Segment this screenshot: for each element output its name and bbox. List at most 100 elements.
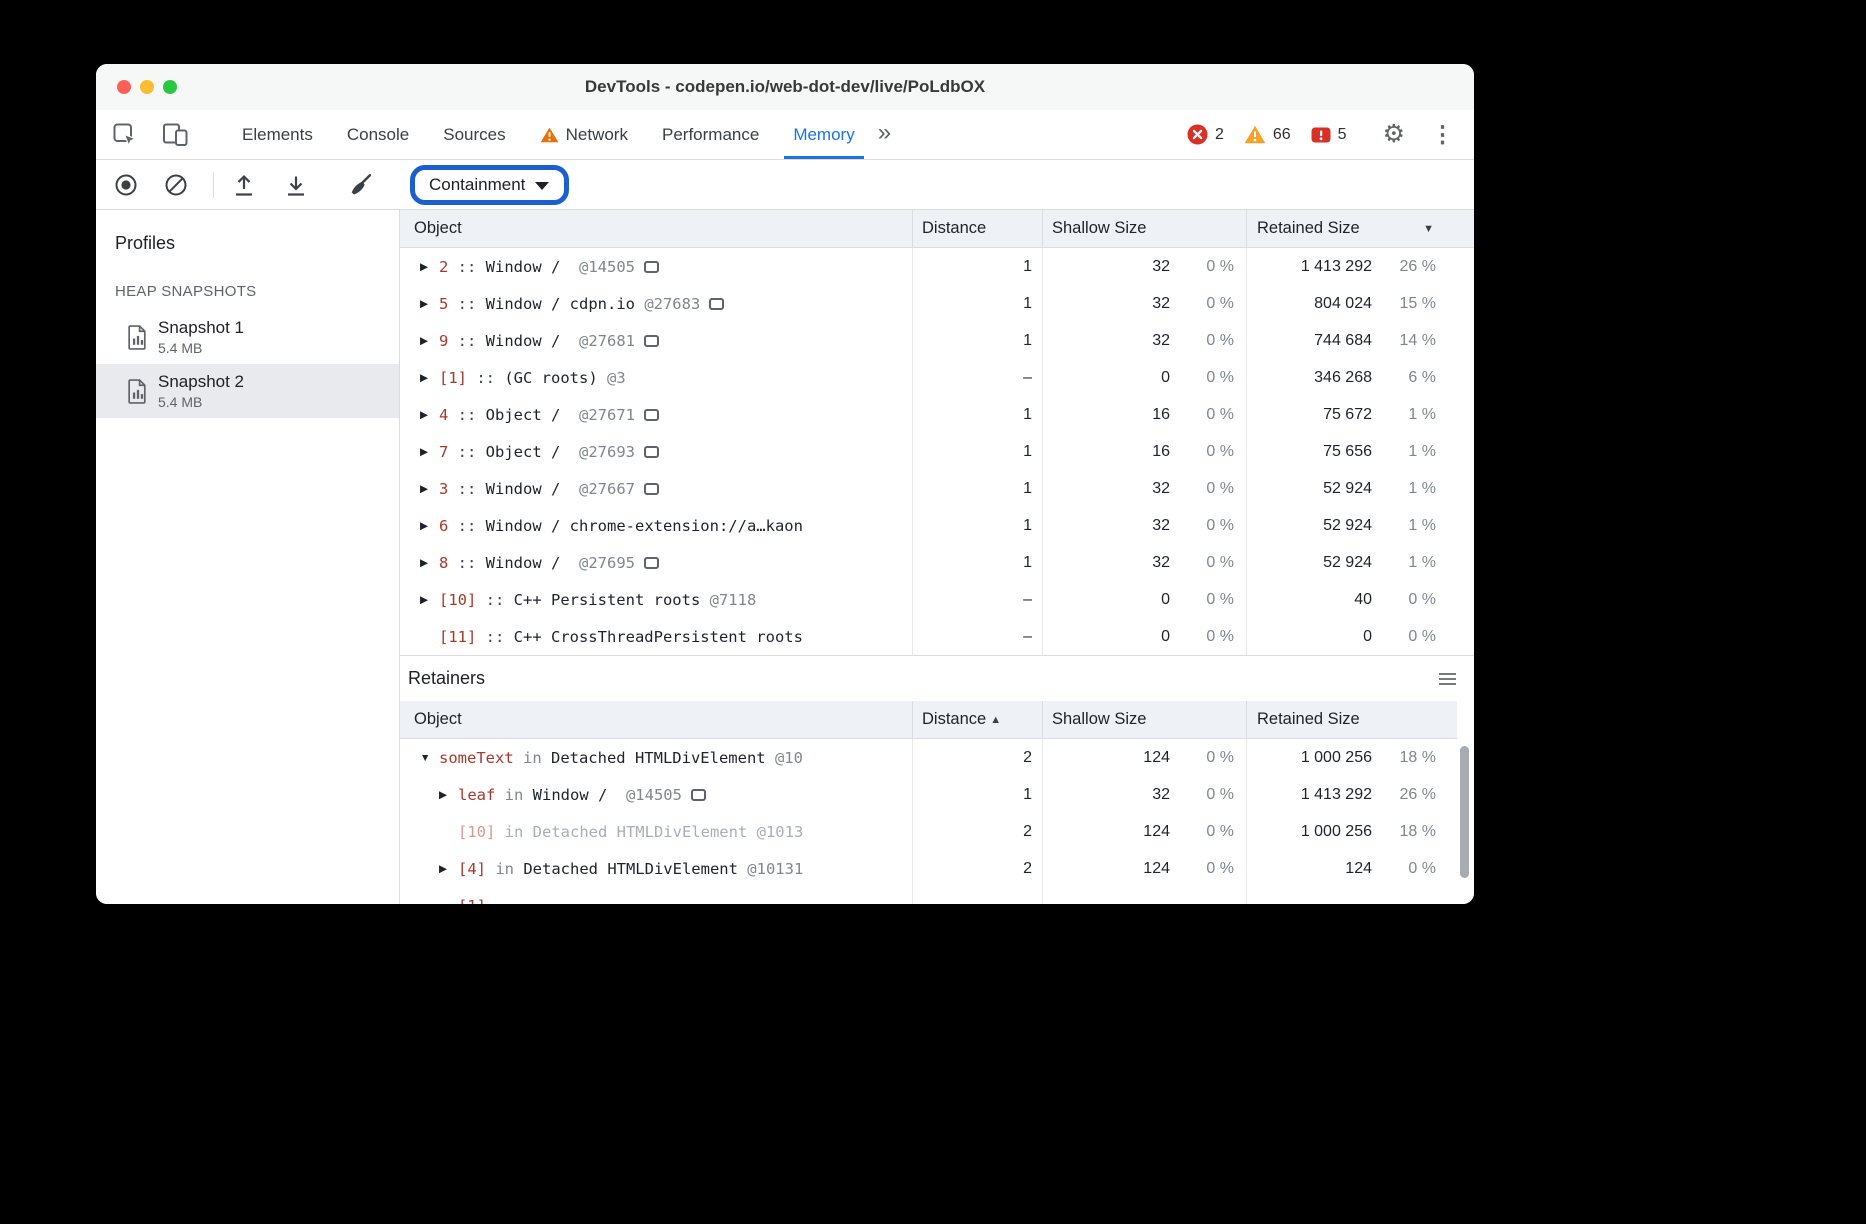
object-cell: ▶4 :: Object / @27671 xyxy=(400,396,913,433)
shallow-size-cell: 320 % xyxy=(1043,285,1247,322)
column-header-shallow-size[interactable]: Shallow Size xyxy=(1043,701,1247,738)
object-cell: ▶9 :: Window / @27681 xyxy=(400,322,913,359)
snapshot-file-icon xyxy=(127,379,148,404)
clear-profiles-button[interactable] xyxy=(163,172,189,198)
distance-cell: – xyxy=(913,359,1043,396)
scrollbar-thumb[interactable] xyxy=(1460,746,1469,878)
column-label: Distance xyxy=(922,710,986,729)
retained-size-cell: 804 02415 % xyxy=(1247,285,1474,322)
heap-object-row[interactable]: ▶7 :: Object / @276931160 %75 6561 % xyxy=(400,433,1474,470)
distance-cell: – xyxy=(913,581,1043,618)
disclosure-triangle-icon[interactable]: ▶ xyxy=(420,371,439,384)
retainer-row[interactable]: [1] xyxy=(400,887,1474,904)
disclosure-triangle-icon[interactable]: ▶ xyxy=(420,556,439,569)
retainers-header-bar: Retainers xyxy=(400,655,1474,701)
snapshot-item[interactable]: Snapshot 15.4 MB xyxy=(96,310,399,364)
distance-cell: 2 xyxy=(913,739,1043,776)
shallow-size-cell-pct: 0 % xyxy=(1170,480,1234,498)
column-header-shallow-size[interactable]: Shallow Size xyxy=(1043,210,1247,247)
retainer-row[interactable]: ▼someText in Detached HTMLDivElement @10… xyxy=(400,739,1474,776)
disclosure-triangle-icon[interactable]: ▶ xyxy=(420,593,439,606)
disclosure-triangle-icon[interactable]: ▶ xyxy=(420,445,439,458)
disclosure-triangle-icon[interactable]: ▶ xyxy=(420,297,439,310)
warnings-badge[interactable]: 66 xyxy=(1244,125,1291,144)
device-toolbar-icon[interactable] xyxy=(162,122,189,147)
heap-object-row[interactable]: ▶[1] :: (GC roots) @3–00 %346 2686 % xyxy=(400,359,1474,396)
clear-all-icon[interactable] xyxy=(348,172,374,198)
reveal-icon[interactable] xyxy=(644,409,659,421)
disclosure-triangle-icon[interactable]: ▶ xyxy=(420,482,439,495)
tab-memory[interactable]: Memory xyxy=(776,110,871,159)
reveal-icon[interactable] xyxy=(644,446,659,458)
shallow-size-cell-pct: 0 % xyxy=(1170,258,1234,276)
heap-object-row[interactable]: ▶6 :: Window / chrome-extension://a…kaon… xyxy=(400,507,1474,544)
reveal-icon[interactable] xyxy=(644,261,659,273)
column-header-object[interactable]: Object xyxy=(400,701,913,738)
heap-object-row[interactable]: [11] :: C++ CrossThreadPersistent roots–… xyxy=(400,618,1474,655)
retainers-menu-icon[interactable] xyxy=(1439,673,1456,685)
column-header-distance[interactable]: Distance xyxy=(913,210,1043,247)
tab-console[interactable]: Console xyxy=(330,110,426,159)
load-profile-button[interactable] xyxy=(232,172,256,198)
object-id: @1013 xyxy=(747,823,803,841)
tab-elements[interactable]: Elements xyxy=(225,110,330,159)
disclosure-triangle-icon[interactable]: ▶ xyxy=(439,862,458,875)
issues-badge[interactable]: 5 xyxy=(1311,126,1347,144)
tab-network[interactable]: Network xyxy=(523,110,645,159)
sort-desc-icon: ▼ xyxy=(1423,223,1434,235)
distance-cell: 1 xyxy=(913,396,1043,433)
heap-object-row[interactable]: ▶5 :: Window / cdpn.io @276831320 %804 0… xyxy=(400,285,1474,322)
snapshot-item[interactable]: Snapshot 25.4 MB xyxy=(96,364,399,418)
more-tabs-button[interactable]: » xyxy=(872,119,901,151)
inspect-element-icon[interactable] xyxy=(112,122,138,148)
settings-gear-icon[interactable]: ⚙ xyxy=(1383,122,1405,147)
network-warning-icon xyxy=(540,127,559,143)
retainer-row[interactable]: ▶[4] in Detached HTMLDivElement @1013121… xyxy=(400,850,1474,887)
disclosure-triangle-icon[interactable]: ▶ xyxy=(439,788,458,801)
disclosure-triangle-icon[interactable]: ▶ xyxy=(420,260,439,273)
reveal-icon[interactable] xyxy=(691,789,706,801)
retainer-row[interactable]: [10] in Detached HTMLDivElement @1013212… xyxy=(400,813,1474,850)
tab-label: Sources xyxy=(443,125,505,145)
retained-size-cell-pct: 14 % xyxy=(1372,332,1436,350)
more-options-icon[interactable]: ⋮ xyxy=(1431,123,1454,146)
heap-grid-rows: ▶2 :: Window / @145051320 %1 413 29226 %… xyxy=(400,248,1474,655)
errors-badge[interactable]: 2 xyxy=(1187,124,1224,145)
separator: :: xyxy=(448,554,485,572)
reveal-icon[interactable] xyxy=(709,298,724,310)
distance-cell-val: 1 xyxy=(1023,406,1032,424)
perspective-select[interactable]: Containment xyxy=(410,165,569,205)
disclosure-triangle-icon[interactable]: ▶ xyxy=(420,519,439,532)
heap-object-row[interactable]: ▶2 :: Window / @145051320 %1 413 29226 % xyxy=(400,248,1474,285)
reveal-icon[interactable] xyxy=(644,483,659,495)
object-name: 4 xyxy=(439,406,448,424)
devtools-window: DevTools - codepen.io/web-dot-dev/live/P… xyxy=(96,64,1474,904)
column-header-retained-size[interactable]: Retained Size▼ xyxy=(1247,210,1474,247)
record-heap-snapshot-button[interactable] xyxy=(113,172,139,198)
heap-object-row[interactable]: ▶8 :: Window / @276951320 %52 9241 % xyxy=(400,544,1474,581)
column-header-object[interactable]: Object xyxy=(400,210,913,247)
column-header-retained-size[interactable]: Retained Size xyxy=(1247,701,1474,738)
disclosure-triangle-icon[interactable]: ▼ xyxy=(420,751,439,764)
column-header-distance[interactable]: Distance▲ xyxy=(913,701,1043,738)
retainer-row[interactable]: ▶leaf in Window / @145051320 %1 413 2922… xyxy=(400,776,1474,813)
object-name: [10] xyxy=(439,591,476,609)
save-profile-button[interactable] xyxy=(284,172,308,198)
object-detail: cdpn.io xyxy=(560,295,635,313)
object-name: 5 xyxy=(439,295,448,313)
retainers-grid-header: ObjectDistance▲Shallow SizeRetained Size xyxy=(400,701,1474,739)
separator: :: xyxy=(448,517,485,535)
tab-performance[interactable]: Performance xyxy=(645,110,776,159)
heap-object-row[interactable]: ▶9 :: Window / @276811320 %744 68414 % xyxy=(400,322,1474,359)
heap-object-row[interactable]: ▶[10] :: C++ Persistent roots @7118–00 %… xyxy=(400,581,1474,618)
panel-tool-icons xyxy=(96,122,225,148)
heap-object-row[interactable]: ▶3 :: Window / @276671320 %52 9241 % xyxy=(400,470,1474,507)
tab-sources[interactable]: Sources xyxy=(426,110,522,159)
distance-cell-val: – xyxy=(1023,628,1032,646)
disclosure-triangle-icon[interactable]: ▶ xyxy=(420,334,439,347)
heap-object-row[interactable]: ▶4 :: Object / @276711160 %75 6721 % xyxy=(400,396,1474,433)
retained-size-cell-pct: 0 % xyxy=(1372,860,1436,878)
reveal-icon[interactable] xyxy=(644,335,659,347)
disclosure-triangle-icon[interactable]: ▶ xyxy=(420,408,439,421)
reveal-icon[interactable] xyxy=(644,557,659,569)
